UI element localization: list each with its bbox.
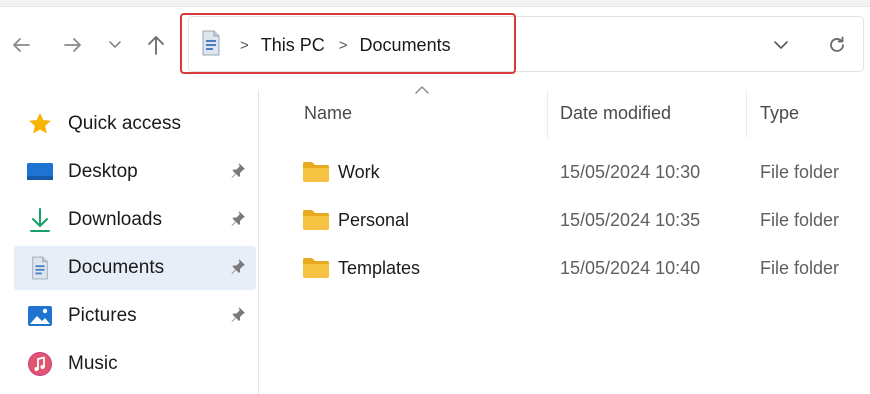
sidebar-item-label: Pictures: [68, 305, 137, 326]
sidebar-divider: [258, 90, 259, 394]
recent-locations-button[interactable]: [104, 30, 126, 60]
address-history-dropdown[interactable]: [770, 30, 792, 60]
forward-button[interactable]: [58, 30, 88, 60]
sidebar-item-downloads[interactable]: Downloads: [14, 198, 256, 242]
file-type: File folder: [760, 258, 840, 278]
arrow-up-icon: [148, 36, 164, 55]
pictures-icon: [26, 302, 54, 330]
file-row-templates[interactable]: Templates 15/05/2024 10:40 File folder: [296, 248, 870, 288]
column-header-name[interactable]: Name: [304, 103, 352, 124]
star-icon: [26, 110, 54, 138]
music-icon: [26, 350, 54, 378]
sidebar-item-label: Quick access: [68, 113, 181, 134]
sidebar-item-pictures[interactable]: Pictures: [14, 294, 256, 338]
sidebar-item-label: Desktop: [68, 161, 138, 182]
file-name: Templates: [338, 258, 421, 278]
sidebar-item-label: Documents: [68, 257, 165, 278]
window-top-edge: [0, 0, 870, 7]
file-name: Work: [338, 162, 380, 182]
chevron-down-icon: [109, 41, 121, 48]
file-row-work[interactable]: Work 15/05/2024 10:30 File folder: [296, 152, 870, 192]
file-date-modified: 15/05/2024 10:30: [560, 162, 701, 182]
sidebar-item-quick-access[interactable]: Quick access: [14, 102, 256, 146]
sidebar-item-music[interactable]: Music: [14, 342, 256, 386]
pin-icon[interactable]: [230, 162, 246, 184]
desktop-icon: [26, 158, 54, 186]
documents-icon: [26, 254, 54, 282]
file-type: File folder: [760, 210, 840, 230]
file-date-modified: 15/05/2024 10:40: [560, 258, 701, 278]
arrow-left-icon: [13, 38, 30, 52]
file-row-personal[interactable]: Personal 15/05/2024 10:35 File folder: [296, 200, 870, 240]
column-header-type[interactable]: Type: [760, 103, 799, 124]
file-date-modified: 15/05/2024 10:35: [560, 210, 701, 230]
sidebar-item-documents[interactable]: Documents: [14, 246, 256, 290]
chevron-down-icon: [774, 40, 788, 49]
folder-icon: [302, 209, 330, 236]
column-divider[interactable]: [746, 90, 747, 138]
back-button[interactable]: [8, 30, 34, 60]
sidebar-item-label: Music: [68, 353, 118, 374]
pin-icon[interactable]: [230, 306, 246, 328]
refresh-button[interactable]: [824, 30, 850, 60]
sort-ascending-icon: [415, 86, 429, 94]
pin-icon[interactable]: [230, 258, 246, 280]
up-button[interactable]: [142, 30, 170, 60]
sidebar-item-desktop[interactable]: Desktop: [14, 150, 256, 194]
column-divider[interactable]: [547, 90, 548, 138]
file-type: File folder: [760, 162, 840, 182]
folder-icon: [302, 257, 330, 284]
sidebar-item-label: Downloads: [68, 209, 162, 230]
folder-icon: [302, 161, 330, 188]
download-icon: [26, 206, 54, 234]
pin-icon[interactable]: [230, 210, 246, 232]
column-header-date-modified[interactable]: Date modified: [560, 103, 671, 124]
arrow-right-icon: [64, 38, 81, 52]
refresh-icon: [830, 36, 844, 52]
file-name: Personal: [338, 210, 410, 230]
address-highlight-box: [180, 13, 516, 74]
